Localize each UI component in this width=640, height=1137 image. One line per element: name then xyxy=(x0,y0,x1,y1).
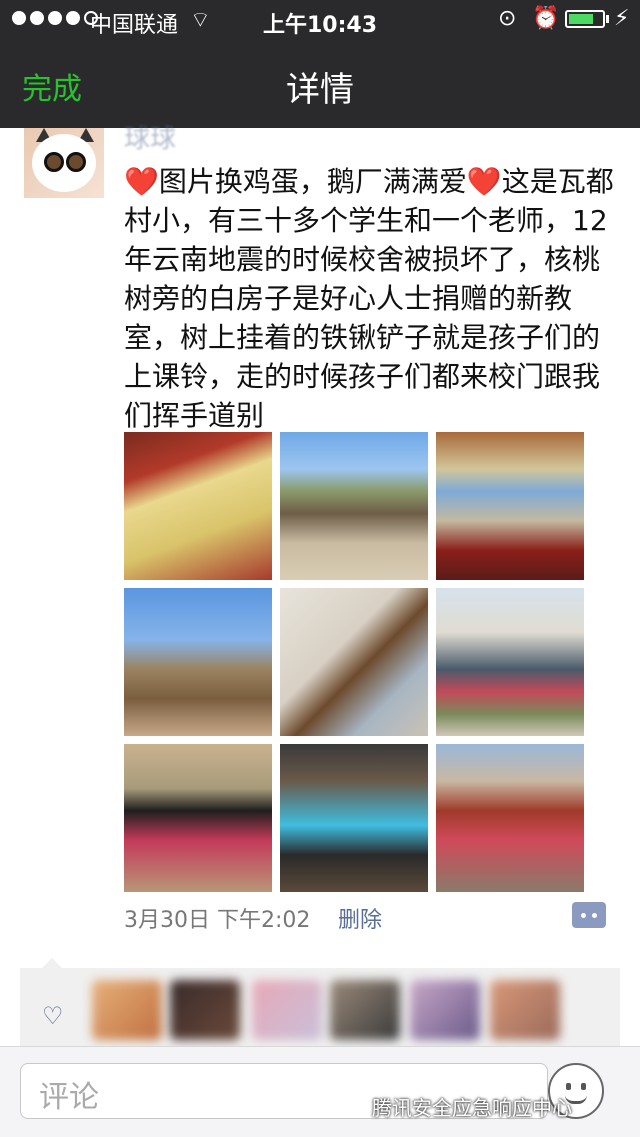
status-bar: 中国联通 ⌔ 上午10:43 ⊙ ⏰ ⚡ xyxy=(0,0,640,40)
rotation-lock-icon: ⊙ xyxy=(498,6,517,31)
avatar-eye xyxy=(44,152,64,172)
photo-4[interactable] xyxy=(124,588,272,736)
comment-dot xyxy=(592,913,597,918)
photo-1[interactable] xyxy=(124,432,272,580)
alarm-icon: ⏰ xyxy=(532,6,560,31)
liker-avatar[interactable] xyxy=(170,980,240,1040)
post-text: ❤️图片换鸡蛋，鹅厂满满爱❤️这是瓦都村小，有三十多个学生和一个老师，12年云南… xyxy=(124,165,614,432)
liker-avatar[interactable] xyxy=(92,980,162,1040)
liker-avatar[interactable] xyxy=(410,980,480,1040)
emoji-eye xyxy=(566,1083,571,1090)
likes-section: ♡ xyxy=(20,968,620,1048)
comment-dot xyxy=(581,913,586,918)
navigation-bar: 完成 详情 xyxy=(0,40,640,128)
page-title: 详情 xyxy=(286,70,354,110)
liker-avatar[interactable] xyxy=(330,980,400,1040)
comment-placeholder: 评论 xyxy=(39,1080,99,1115)
avatar[interactable] xyxy=(24,128,104,198)
heart-icon: ♡ xyxy=(42,1002,64,1030)
emoji-eye xyxy=(581,1083,586,1090)
liker-avatar[interactable] xyxy=(490,980,560,1040)
battery-icon xyxy=(565,10,605,28)
avatar-face xyxy=(32,134,96,192)
photo-3[interactable] xyxy=(436,432,584,580)
watermark: 腾讯安全应急响应中心 xyxy=(372,1096,572,1120)
photo-7[interactable] xyxy=(124,744,272,892)
liker-avatar[interactable] xyxy=(252,980,322,1040)
avatar-eye xyxy=(66,152,86,172)
photo-8[interactable] xyxy=(280,744,428,892)
battery-tip xyxy=(606,15,609,23)
photo-9[interactable] xyxy=(436,744,584,892)
post-username[interactable]: 球球 xyxy=(124,118,176,155)
likes-arrow xyxy=(42,958,62,968)
comment-button[interactable] xyxy=(572,902,606,928)
delete-link[interactable]: 删除 xyxy=(338,902,382,934)
photo-6[interactable] xyxy=(436,588,584,736)
photo-2[interactable] xyxy=(280,432,428,580)
post-timestamp: 3月30日 下午2:02 xyxy=(124,908,311,933)
charging-icon: ⚡ xyxy=(614,6,630,31)
photo-5[interactable] xyxy=(280,588,428,736)
